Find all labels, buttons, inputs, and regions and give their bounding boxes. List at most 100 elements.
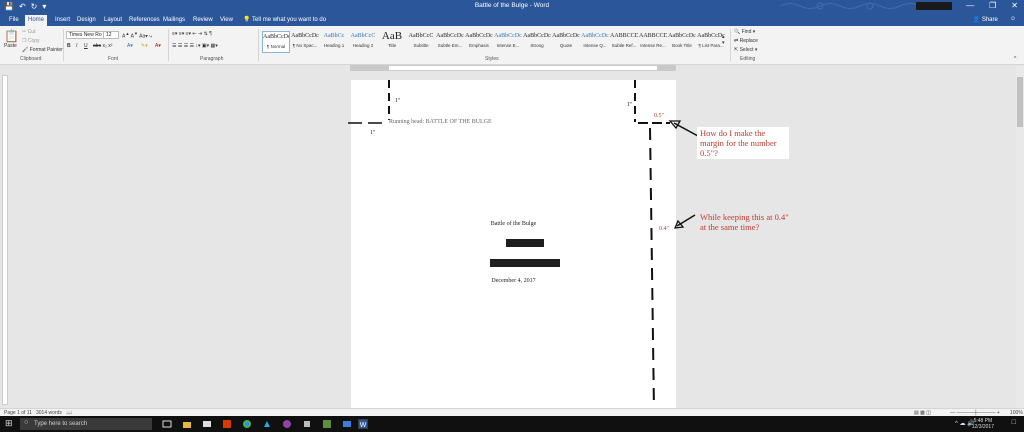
tab-home[interactable]: Home <box>25 15 48 26</box>
copy-button[interactable]: ❐ Copy <box>22 38 40 44</box>
style-sample: AaBbCcDc <box>668 33 696 39</box>
left-margin-label: 1" <box>370 130 376 136</box>
start-button[interactable]: ⊞ <box>5 418 13 429</box>
file-explorer-icon[interactable] <box>182 419 192 429</box>
style-item[interactable]: AaB Title <box>378 31 406 53</box>
grow-shrink-font-buttons[interactable]: A▲ A▼ Aa▾ ⤷ <box>122 31 152 40</box>
cut-button[interactable]: ✂ Cut <box>22 29 35 35</box>
style-item[interactable]: AaBbCcDc ¶ No Spac... <box>291 31 319 53</box>
smiley-icon[interactable]: ☺ <box>1010 16 1016 23</box>
tab-review[interactable]: Review <box>190 15 216 26</box>
style-item[interactable]: AaBbCcDc Book Title <box>668 31 696 53</box>
style-item[interactable]: AaBbCcC Subtitle <box>407 31 435 53</box>
style-item[interactable]: AaBbCcC Heading 2 <box>349 31 377 53</box>
paragraph-group-label: Paragraph <box>200 56 224 62</box>
style-item[interactable]: AaBbCcDc Emphasis <box>465 31 493 53</box>
style-item[interactable]: AaBbCcDc ¶ Normal <box>262 31 290 53</box>
select-button[interactable]: ⇱ Select ▾ <box>734 47 757 53</box>
style-item[interactable]: AaBbCcDc Intense Q... <box>581 31 609 53</box>
text-effects-button[interactable]: A▾ <box>127 43 133 49</box>
collapse-ribbon-icon[interactable]: ^ <box>1014 56 1016 62</box>
tab-mailings[interactable]: Mailings <box>160 15 188 26</box>
tab-layout[interactable]: Layout <box>101 15 125 26</box>
style-item[interactable]: AaBbCcDc ¶ List Para... <box>697 31 725 53</box>
style-name: ¶ Normal <box>266 44 286 49</box>
style-sample: AaBbCcC <box>350 33 376 39</box>
find-button[interactable]: 🔍 Find ▾ <box>734 29 755 35</box>
style-name: Intense Q... <box>583 43 607 48</box>
style-sample: AaBbCcDc <box>465 33 493 39</box>
mail-icon[interactable] <box>202 419 212 429</box>
group-separator <box>730 29 731 61</box>
paste-icon[interactable]: 📋 <box>4 29 19 43</box>
chrome-icon[interactable] <box>242 419 252 429</box>
share-button[interactable]: 👤 Share <box>973 16 998 23</box>
redacted-author <box>506 239 544 247</box>
vertical-ruler[interactable] <box>2 75 8 405</box>
taskbar-search-box[interactable]: Type here to search <box>20 418 152 430</box>
app-icon[interactable] <box>342 419 352 429</box>
clock[interactable]: 5:48 PM 12/3/2017 <box>972 418 994 430</box>
tabs-right: 👤 Share ☺ <box>973 16 1016 23</box>
running-head[interactable]: Running head: BATTLE OF THE BULGE <box>389 119 492 125</box>
style-sample: AaBbCcDc <box>581 33 609 39</box>
ribbon: 📋 Paste ✂ Cut ❐ Copy 🖌 Format Painter Cl… <box>0 26 1024 65</box>
app-icon[interactable] <box>282 419 292 429</box>
style-item[interactable]: AABBCCDC Intense Re... <box>639 31 667 53</box>
style-sample: AaBbCcDc <box>697 33 725 39</box>
minecraft-icon[interactable] <box>322 419 332 429</box>
office-icon[interactable] <box>222 419 232 429</box>
styles-scroll-buttons[interactable]: ▴ ▾ <box>722 34 725 46</box>
horizontal-ruler[interactable] <box>350 65 676 71</box>
styles-group-label: Styles <box>485 56 499 62</box>
style-name: Intense Re... <box>640 43 666 48</box>
align-buttons[interactable]: ☰ ☰ ☰ ☰ ↕▾ ▣▾ ▦▾ <box>172 43 218 49</box>
app-icon[interactable] <box>262 419 272 429</box>
annotation-question-2: While keeping this at 0.4" at the same t… <box>700 212 789 232</box>
group-separator <box>258 29 259 61</box>
minimize-button[interactable]: — <box>966 1 974 10</box>
paste-label[interactable]: Paste <box>4 43 17 49</box>
font-color-button[interactable]: A▾ <box>155 43 161 49</box>
tab-view[interactable]: View <box>217 15 236 26</box>
group-separator <box>63 29 64 61</box>
editing-group-label: Editing <box>740 56 756 62</box>
style-item[interactable]: AaBbCcDc Strong <box>523 31 551 53</box>
notification-icon[interactable]: □ <box>1012 419 1016 426</box>
scrollbar-thumb[interactable] <box>1017 77 1023 127</box>
list-buttons[interactable]: ≡▾ ≡▾ ≡▾ ⇤ ⇥ ⇅ ¶ <box>172 31 212 37</box>
italic-button[interactable]: I <box>76 43 77 49</box>
arrow-icon <box>673 214 696 229</box>
style-item[interactable]: AaBbCcDc Quote <box>552 31 580 53</box>
tab-insert[interactable]: Insert <box>52 15 73 26</box>
style-name: Subtle Ref... <box>611 43 637 48</box>
word-window: 💾 ↶ ↻ ▾ Battle of the Bulge - Word — ❐ ✕… <box>0 0 1024 432</box>
arrow-icon <box>668 120 699 137</box>
cut-label: Cut <box>27 29 36 35</box>
strike-sub-super-buttons[interactable]: abc x₂ x² <box>93 43 112 49</box>
tab-references[interactable]: References <box>126 15 163 26</box>
style-item[interactable]: AaBbCcDc Intense E... <box>494 31 522 53</box>
clock-date: 12/3/2017 <box>971 424 994 430</box>
document-date[interactable]: December 4, 2017 <box>351 278 676 284</box>
vertical-scrollbar[interactable] <box>1016 65 1024 408</box>
style-item[interactable]: AaBbCc Heading 1 <box>320 31 348 53</box>
highlight-button[interactable]: ✎▾ <box>141 43 148 49</box>
document-page[interactable]: 1" 1" 1" 0.5" 0.4" Running head: BATTLE … <box>348 80 676 410</box>
document-title[interactable]: Battle of the Bulge <box>351 221 676 227</box>
format-painter-button[interactable]: 🖌 Format Painter <box>22 47 63 53</box>
font-size-box[interactable]: 12 <box>103 31 119 39</box>
close-button[interactable]: ✕ <box>1011 1 1018 10</box>
tab-design[interactable]: Design <box>74 15 99 26</box>
maximize-button[interactable]: ❐ <box>989 1 996 10</box>
word-taskbar-icon[interactable]: W <box>358 419 368 429</box>
app-icon[interactable] <box>302 419 312 429</box>
style-item[interactable]: AABBCCDC Subtle Ref... <box>610 31 638 53</box>
underline-button[interactable]: U <box>84 43 88 49</box>
tell-me-box[interactable]: 💡 Tell me what you want to do <box>240 15 329 26</box>
replace-button[interactable]: ⇄ Replace <box>734 38 758 44</box>
task-view-icon[interactable] <box>162 419 172 429</box>
style-item[interactable]: AaBbCcDc Subtle Em... <box>436 31 464 53</box>
bold-button[interactable]: B <box>67 43 71 49</box>
tab-file[interactable]: File <box>6 15 22 26</box>
